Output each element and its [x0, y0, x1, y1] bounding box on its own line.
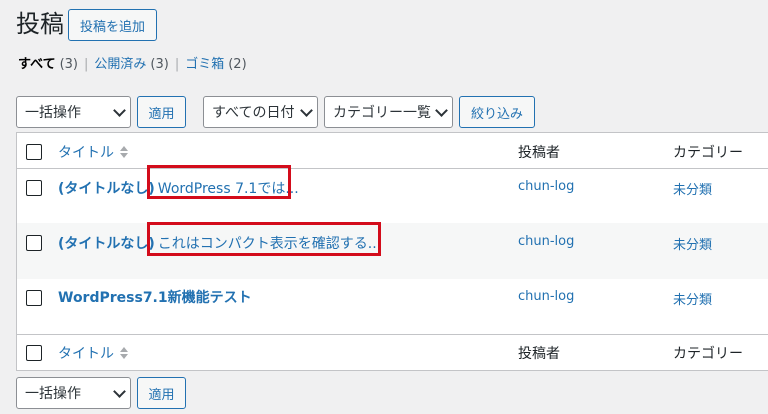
bulk-action-select-top[interactable]: 一括操作 — [16, 96, 131, 128]
select-all-checkbox[interactable] — [26, 144, 42, 160]
apply-button-top[interactable]: 適用 — [137, 96, 186, 128]
posts-table: タイトル 投稿者 カテゴリー (タイトルなし) WordPress 7.1では..… — [16, 132, 768, 371]
chevron-down-icon — [435, 103, 448, 117]
post-category-link[interactable]: 未分類 — [673, 289, 712, 308]
chevron-down-icon — [113, 384, 126, 398]
post-title-link[interactable]: WordPress7.1新機能テスト — [58, 287, 252, 307]
bulk-action-value: 一括操作 — [25, 105, 81, 121]
sort-icon — [120, 347, 128, 359]
bulk-action-value: 一括操作 — [25, 386, 81, 402]
chevron-down-icon — [113, 103, 126, 117]
filter-trash-link[interactable]: ゴミ箱 — [185, 56, 224, 74]
sort-icon — [120, 146, 128, 158]
post-category-link[interactable]: 未分類 — [673, 234, 712, 253]
select-all-checkbox-footer[interactable] — [26, 345, 42, 361]
bulk-action-select-bottom[interactable]: 一括操作 — [16, 377, 131, 409]
highlight-box — [147, 222, 381, 256]
page-title: 投稿 — [16, 10, 64, 38]
post-title: (タイトルなし) — [58, 236, 155, 252]
add-new-post-button[interactable]: 投稿を追加 — [68, 9, 157, 41]
row-checkbox[interactable] — [26, 290, 42, 306]
column-author-label: 投稿者 — [518, 346, 560, 362]
category-filter-value: カテゴリー一覧 — [333, 105, 431, 121]
filter-button[interactable]: 絞り込み — [459, 96, 535, 128]
column-title-label: タイトル — [58, 145, 114, 161]
filter-separator: | — [174, 57, 180, 72]
column-author-label: 投稿者 — [518, 145, 560, 161]
post-author-link[interactable]: chun-log — [518, 289, 574, 304]
row-checkbox[interactable] — [26, 235, 42, 251]
column-title-label: タイトル — [58, 346, 114, 362]
filter-all-count: (3) — [59, 57, 78, 72]
chevron-down-icon — [300, 103, 313, 117]
filter-all-link[interactable]: すべて — [18, 56, 56, 74]
column-title-sort[interactable]: タイトル — [58, 142, 128, 162]
highlight-box — [147, 165, 291, 199]
column-category-label: カテゴリー — [673, 145, 743, 161]
filter-published-count: (3) — [150, 57, 169, 72]
category-filter-select[interactable]: カテゴリー一覧 — [324, 96, 453, 128]
date-filter-value: すべての日付 — [212, 105, 295, 121]
filter-published-link[interactable]: 公開済み — [94, 56, 146, 74]
column-category-label: カテゴリー — [673, 346, 743, 362]
filter-trash-count: (2) — [228, 57, 247, 72]
post-title: (タイトルなし) — [58, 181, 155, 197]
row-checkbox[interactable] — [26, 180, 42, 196]
post-author-link[interactable]: chun-log — [518, 179, 574, 194]
status-filter-links: すべて (3) | 公開済み (3) | ゴミ箱 (2) — [18, 56, 247, 74]
post-category-link[interactable]: 未分類 — [673, 179, 712, 198]
apply-button-bottom[interactable]: 適用 — [137, 377, 186, 409]
post-title: WordPress7.1新機能テスト — [58, 290, 252, 306]
column-title-sort-footer[interactable]: タイトル — [58, 343, 128, 363]
filter-separator: | — [84, 57, 89, 72]
date-filter-select[interactable]: すべての日付 — [203, 96, 318, 128]
post-author-link[interactable]: chun-log — [518, 234, 574, 249]
